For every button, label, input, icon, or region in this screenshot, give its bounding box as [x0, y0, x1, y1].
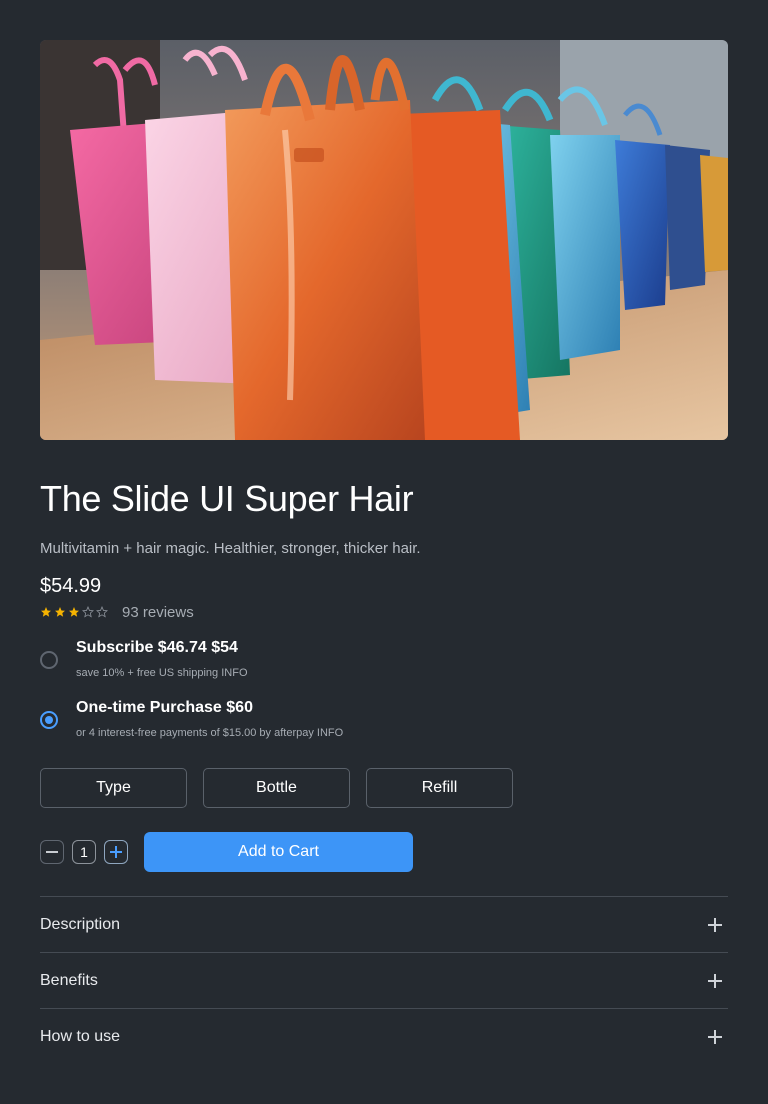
- star-icon: [41, 607, 51, 617]
- variant-type-button[interactable]: Type: [40, 768, 187, 808]
- add-to-cart-button[interactable]: Add to Cart: [144, 832, 413, 872]
- product-price: $54.99: [40, 575, 102, 597]
- one-time-purchase-note: or 4 interest-free payments of $15.00 by…: [76, 727, 344, 739]
- one-time-purchase-label: One-time Purchase $60: [76, 699, 253, 716]
- product-subtitle: Multivitamin + hair magic. Healthier, st…: [40, 540, 421, 557]
- minus-icon: [46, 851, 58, 853]
- star-rating: [40, 606, 108, 618]
- variant-refill-button[interactable]: Refill: [366, 768, 513, 808]
- star-outline-icon: [82, 606, 94, 618]
- radio-icon[interactable]: [40, 651, 58, 669]
- subscribe-option-note: save 10% + free US shipping INFO: [76, 667, 248, 679]
- accordion-description-label: Description: [40, 916, 121, 933]
- plus-icon[interactable]: [708, 1030, 722, 1044]
- quantity-value[interactable]: 1: [72, 840, 96, 864]
- accordion-benefits[interactable]: Benefits: [40, 952, 728, 1009]
- accordion-description[interactable]: Description: [40, 896, 728, 953]
- plus-icon: [110, 846, 122, 858]
- product-title: The Slide UI Super Hair: [40, 478, 414, 519]
- one-time-purchase-option[interactable]: One-time Purchase $60 or 4 interest-free…: [40, 698, 343, 740]
- plus-icon[interactable]: [708, 974, 722, 988]
- accordion-benefits-label: Benefits: [40, 972, 98, 989]
- reviews-link[interactable]: 93 reviews: [122, 604, 194, 621]
- variant-bottle-button[interactable]: Bottle: [203, 768, 350, 808]
- plus-icon[interactable]: [708, 918, 722, 932]
- accordion-how-to-use[interactable]: How to use: [40, 1008, 728, 1065]
- star-outline-icon: [96, 606, 108, 618]
- product-image-shopping-bags: [40, 40, 728, 440]
- subscribe-option[interactable]: Subscribe $46.74 $54 save 10% + free US …: [40, 638, 248, 680]
- star-icon: [69, 607, 79, 617]
- subscribe-option-label: Subscribe $46.74 $54: [76, 639, 238, 656]
- radio-checked-icon[interactable]: [40, 711, 58, 729]
- accordion-how-to-use-label: How to use: [40, 1028, 121, 1045]
- quantity-decrease-button[interactable]: [40, 840, 64, 864]
- quantity-increase-button[interactable]: [104, 840, 128, 864]
- rating: 93 reviews: [40, 603, 194, 621]
- product-image: [40, 40, 728, 440]
- star-icon: [55, 607, 65, 617]
